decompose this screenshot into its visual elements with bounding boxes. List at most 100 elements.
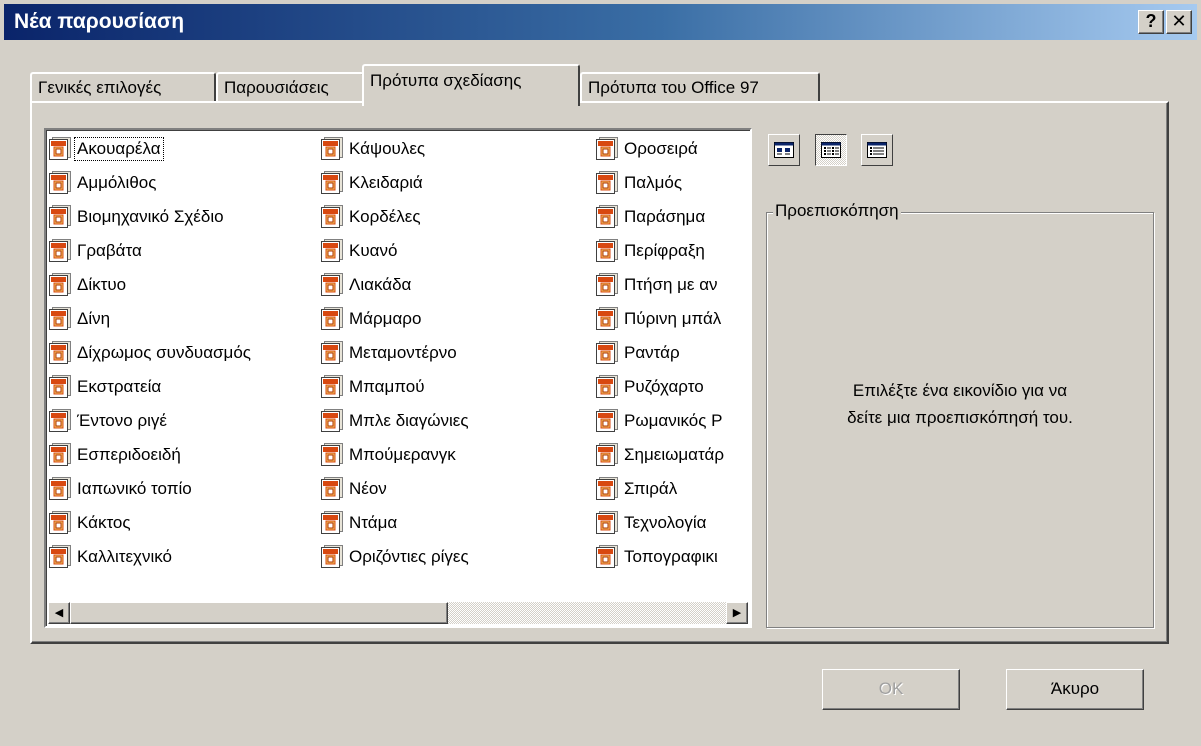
template-item[interactable]: Οριζόντιες ρίγες xyxy=(320,540,471,574)
template-item[interactable]: Μάρμαρο xyxy=(320,302,471,336)
template-item-label: Σημειωματάρ xyxy=(624,445,724,464)
cancel-button[interactable]: Άκυρο xyxy=(1006,669,1144,710)
template-item[interactable]: Καλλιτεχνικό xyxy=(48,540,253,574)
template-item-label: Καλλιτεχνικό xyxy=(77,547,172,566)
template-item-label: Δίνη xyxy=(77,309,111,328)
preview-hint: Επιλέξτε ένα εικονίδιο για να δείτε μια … xyxy=(770,377,1150,431)
template-item-label: Μεταμοντέρνο xyxy=(349,343,457,362)
design-template-icon xyxy=(595,340,619,366)
list-icon xyxy=(821,142,841,158)
list-view-button[interactable] xyxy=(815,134,847,166)
tab-design-templates[interactable]: Πρότυπα σχεδίασης xyxy=(362,64,580,106)
template-item[interactable]: Μεταμοντέρνο xyxy=(320,336,471,370)
design-template-icon xyxy=(48,374,72,400)
template-item-label: Ιαπωνικό τοπίο xyxy=(77,479,192,498)
tab-general[interactable]: Γενικές επιλογές xyxy=(30,72,216,102)
template-item[interactable]: Κάκτος xyxy=(48,506,253,540)
template-item-label: Παλμός xyxy=(624,173,683,192)
template-item[interactable]: Ακουαρέλα xyxy=(48,132,253,166)
template-item[interactable]: Σπιράλ xyxy=(595,472,726,506)
template-item[interactable]: Δίχρωμος συνδυασμός xyxy=(48,336,253,370)
template-item[interactable]: Μπλε διαγώνιες xyxy=(320,404,471,438)
template-item-label: Γραβάτα xyxy=(77,241,142,260)
preview-label: Προεπισκόπηση xyxy=(773,201,901,221)
template-item[interactable]: Τοπογραφικι xyxy=(595,540,726,574)
design-template-icon xyxy=(595,136,619,162)
template-item[interactable]: Ραντάρ xyxy=(595,336,726,370)
template-column-1: Ακουαρέλα Αμμόλιθος Βιομηχανικό Σχέδιο Γραβ… xyxy=(48,132,253,574)
design-template-icon xyxy=(320,510,344,536)
design-template-icon xyxy=(48,306,72,332)
details-icon xyxy=(867,142,887,158)
template-item[interactable]: Μπαμπού xyxy=(320,370,471,404)
template-item-label: Παράσημα xyxy=(624,207,706,226)
design-template-icon xyxy=(320,374,344,400)
template-item[interactable]: Έντονο ριγέ xyxy=(48,404,253,438)
design-template-icon xyxy=(320,340,344,366)
design-template-icon xyxy=(595,204,619,230)
title-bar: Νέα παρουσίαση ? ✕ xyxy=(4,4,1197,40)
template-item[interactable]: Μπούμερανγκ xyxy=(320,438,471,472)
design-template-icon xyxy=(320,170,344,196)
template-item[interactable]: Κλειδαριά xyxy=(320,166,471,200)
large-icons-icon xyxy=(774,142,794,158)
tab-office-97-templates[interactable]: Πρότυπα του Office 97 xyxy=(580,72,820,102)
help-button[interactable]: ? xyxy=(1138,10,1164,34)
scrollbar-thumb[interactable] xyxy=(70,602,448,624)
template-item[interactable]: Πτήση με αν xyxy=(595,268,726,302)
template-item[interactable]: Πύρινη μπάλ xyxy=(595,302,726,336)
template-item[interactable]: Εσπεριδοειδή xyxy=(48,438,253,472)
template-item[interactable]: Σημειωματάρ xyxy=(595,438,726,472)
design-template-icon xyxy=(320,306,344,332)
template-item[interactable]: Ντάμα xyxy=(320,506,471,540)
template-item[interactable]: Ρυζόχαρτο xyxy=(595,370,726,404)
template-item[interactable]: Κάψουλες xyxy=(320,132,471,166)
template-item-label: Βιομηχανικό Σχέδιο xyxy=(77,207,224,226)
template-item[interactable]: Εκστρατεία xyxy=(48,370,253,404)
scroll-right-button[interactable]: ▶ xyxy=(726,602,748,624)
scrollbar-track[interactable] xyxy=(448,602,726,624)
template-item[interactable]: Αμμόλιθος xyxy=(48,166,253,200)
template-item[interactable]: Παράσημα xyxy=(595,200,726,234)
template-item-label: Ντάμα xyxy=(349,513,398,532)
template-item[interactable]: Δίνη xyxy=(48,302,253,336)
template-item[interactable]: Γραβάτα xyxy=(48,234,253,268)
template-item[interactable]: Κορδέλες xyxy=(320,200,471,234)
template-item-label: Οροσειρά xyxy=(624,139,698,158)
horizontal-scrollbar[interactable]: ◀ ▶ xyxy=(48,602,748,624)
template-item[interactable]: Τεχνολογία xyxy=(595,506,726,540)
design-template-icon xyxy=(48,136,72,162)
template-item[interactable]: Παλμός xyxy=(595,166,726,200)
design-template-icon xyxy=(320,238,344,264)
design-template-icon xyxy=(320,544,344,570)
ok-button[interactable]: OK xyxy=(822,669,960,710)
template-item[interactable]: Ρωμανικός Ρ xyxy=(595,404,726,438)
template-item-label: Νέον xyxy=(349,479,387,498)
template-list[interactable]: Ακουαρέλα Αμμόλιθος Βιομηχανικό Σχέδιο Γραβ… xyxy=(44,128,752,628)
template-item[interactable]: Οροσειρά xyxy=(595,132,726,166)
template-item[interactable]: Νέον xyxy=(320,472,471,506)
template-column-2: Κάψουλες Κλειδαριά Κορδέλες Κυανό Λιακάδα Μάρ… xyxy=(320,132,471,574)
template-item-label: Μπλε διαγώνιες xyxy=(349,411,469,430)
tab-presentations[interactable]: Παρουσιάσεις xyxy=(216,72,364,102)
template-item[interactable]: Λιακάδα xyxy=(320,268,471,302)
template-item[interactable]: Περίφραξη xyxy=(595,234,726,268)
template-item[interactable]: Βιομηχανικό Σχέδιο xyxy=(48,200,253,234)
design-template-icon xyxy=(595,510,619,536)
large-icons-view-button[interactable] xyxy=(768,134,800,166)
details-view-button[interactable] xyxy=(861,134,893,166)
design-template-icon xyxy=(595,476,619,502)
template-item[interactable]: Κυανό xyxy=(320,234,471,268)
template-item-label: Κάψουλες xyxy=(349,139,426,158)
close-button[interactable]: ✕ xyxy=(1166,10,1192,34)
design-template-icon xyxy=(595,306,619,332)
template-item[interactable]: Ιαπωνικό τοπίο xyxy=(48,472,253,506)
design-template-icon xyxy=(320,136,344,162)
design-template-icon xyxy=(320,408,344,434)
design-template-icon xyxy=(48,408,72,434)
design-template-icon xyxy=(320,272,344,298)
scroll-left-button[interactable]: ◀ xyxy=(48,602,70,624)
template-item[interactable]: Δίκτυο xyxy=(48,268,253,302)
template-item-label: Τοπογραφικι xyxy=(624,547,718,566)
template-item-label: Μπούμερανγκ xyxy=(349,445,456,464)
